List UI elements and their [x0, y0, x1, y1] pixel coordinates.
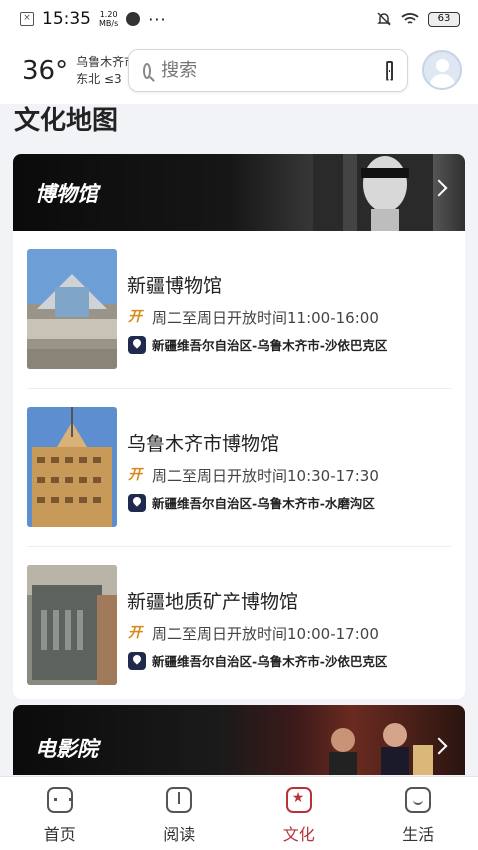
scan-icon[interactable]	[386, 61, 393, 81]
tab-culture[interactable]: 文化	[254, 787, 344, 845]
list-item[interactable]: 乌鲁木齐市博物馆 开 周二至周日开放时间10:30-17:30 新疆维吾尔自治区…	[27, 389, 451, 547]
statue-image	[313, 154, 433, 231]
cinema-banner[interactable]: 电影院	[13, 705, 465, 775]
museum-name: 乌鲁木齐市博物馆	[127, 433, 280, 455]
museum-photo	[27, 565, 117, 685]
mute-icon	[377, 12, 391, 26]
location-pin-icon	[128, 335, 146, 354]
open-icon: 开	[128, 467, 142, 483]
search-input[interactable]	[161, 60, 387, 81]
network-speed: 1.20 MB/s	[99, 10, 118, 28]
speed-value: 1.20	[99, 10, 118, 19]
speed-unit: MB/s	[99, 19, 119, 28]
opening-hours: 开 周二至周日开放时间10:00-17:00	[128, 623, 379, 644]
life-icon	[405, 787, 432, 813]
status-bar: × 15:35 1.20 MB/s ··· 63	[0, 0, 478, 38]
address: 新疆维吾尔自治区-乌鲁木齐市-沙依巴克区	[128, 651, 387, 670]
address-text: 新疆维吾尔自治区-乌鲁木齐市-沙依巴克区	[152, 654, 388, 669]
status-right: 63	[376, 11, 460, 27]
opening-hours: 开 周二至周日开放时间10:30-17:30	[128, 465, 379, 486]
tab-read[interactable]: 阅读	[134, 787, 224, 845]
status-left: × 15:35 1.20 MB/s ···	[20, 9, 167, 29]
search-bar[interactable]	[128, 49, 408, 92]
search-icon	[143, 62, 152, 79]
more-notifications-icon: ···	[148, 9, 167, 29]
museum-photo	[27, 249, 117, 369]
list-item[interactable]: 新疆地质矿产博物馆 开 周二至周日开放时间10:00-17:00 新疆维吾尔自治…	[27, 547, 451, 699]
home-icon	[46, 787, 73, 813]
tab-label: 阅读	[163, 825, 196, 844]
app-status-icon	[126, 12, 141, 26]
museum-name: 新疆博物馆	[127, 275, 223, 297]
culture-icon	[285, 787, 312, 813]
hours-text: 周二至周日开放时间10:00-17:00	[152, 625, 379, 643]
tab-home[interactable]: 首页	[15, 787, 105, 845]
address: 新疆维吾尔自治区-乌鲁木齐市-沙依巴克区	[128, 335, 387, 354]
hours-text: 周二至周日开放时间10:30-17:30	[152, 467, 379, 485]
tab-label: 生活	[402, 825, 435, 844]
section-title: 电影院	[35, 737, 98, 761]
user-avatar[interactable]	[422, 50, 462, 90]
location-pin-icon	[128, 651, 146, 670]
tab-label: 首页	[43, 825, 76, 844]
wifi-icon	[401, 13, 419, 24]
address: 新疆维吾尔自治区-乌鲁木齐市-水磨沟区	[128, 493, 375, 512]
open-icon: 开	[128, 625, 142, 641]
cinema-image	[329, 723, 433, 775]
museum-banner[interactable]: 博物馆	[13, 154, 465, 231]
bottom-tab-bar: 首页 阅读 文化 生活	[0, 776, 478, 850]
notification-icon: ×	[20, 12, 34, 26]
address-text: 新疆维吾尔自治区-乌鲁木齐市-沙依巴克区	[152, 338, 388, 353]
tab-life[interactable]: 生活	[373, 787, 463, 845]
location-pin-icon	[128, 493, 146, 512]
chevron-right-icon[interactable]	[430, 179, 448, 197]
top-header: 36° 乌鲁木齐市 东北 ≤3	[0, 38, 478, 104]
opening-hours: 开 周二至周日开放时间11:00-16:00	[128, 307, 379, 328]
book-icon	[166, 787, 193, 813]
temperature: 36°	[22, 56, 69, 86]
battery-indicator: 63	[428, 11, 460, 27]
list-item[interactable]: 新疆博物馆 开 周二至周日开放时间11:00-16:00 新疆维吾尔自治区-乌鲁…	[27, 231, 451, 389]
museum-section: 博物馆 新疆博物馆 开 周二至周日开放时间11:00-16:00 新疆维吾尔自治…	[13, 154, 465, 699]
status-time: 15:35	[42, 9, 91, 29]
hours-text: 周二至周日开放时间11:00-16:00	[152, 309, 379, 327]
museum-photo	[27, 407, 117, 527]
open-icon: 开	[128, 309, 142, 325]
page-title: 文化地图	[14, 106, 119, 136]
address-text: 新疆维吾尔自治区-乌鲁木齐市-水磨沟区	[152, 496, 375, 511]
museum-name: 新疆地质矿产博物馆	[127, 591, 299, 613]
tab-label: 文化	[282, 825, 315, 844]
section-title: 博物馆	[35, 182, 98, 206]
